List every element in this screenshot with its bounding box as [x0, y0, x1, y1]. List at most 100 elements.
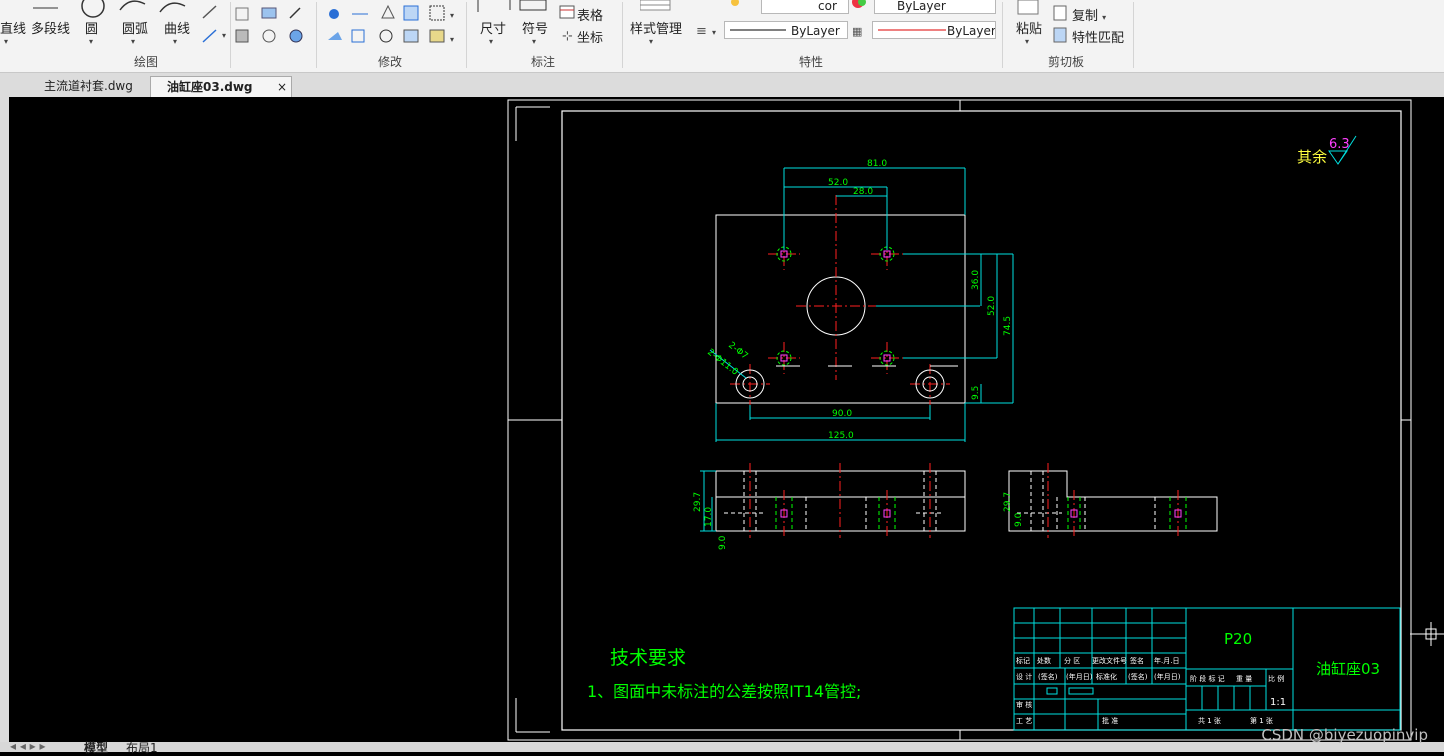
tb-sheet-number: 第 1 张: [1250, 716, 1273, 725]
svg-text:▾: ▾: [450, 35, 454, 44]
dim-9: 9.0: [718, 535, 728, 550]
drawing-canvas[interactable]: 其余 6.3 81.0 52.0 28.0 90.0 125.0 36.0 52…: [9, 97, 1444, 742]
dim-28: 28.0: [853, 187, 873, 197]
match-properties-button[interactable]: 特性匹配: [1072, 27, 1124, 46]
annotate-panel-title: 标注: [531, 55, 556, 69]
dim-29-7: 29.7: [693, 492, 703, 512]
tb-weight: 重 量: [1236, 675, 1252, 683]
material-label: P20: [1224, 630, 1252, 648]
tb-header-4: 签名: [1130, 656, 1144, 665]
svg-text:▾: ▾: [649, 37, 653, 46]
ribbon: 直线 多段线 圆 圆弧 曲线 ▾ ▾ ▾ ▾ ▾ 绘图 ▾ ▾ 修改 ⊹ ▾ ▾…: [0, 0, 1444, 73]
tb-scale-label: 比 例: [1268, 674, 1284, 683]
dim-9-side: 9.0: [1014, 512, 1024, 527]
tb-row2-5: (年月日): [1154, 672, 1181, 681]
modify-small-icons[interactable]: [234, 4, 314, 46]
dim-52: 52.0: [828, 178, 848, 188]
modify-panel-title: 修改: [378, 55, 403, 69]
tab-oil-cylinder-seat[interactable]: 油缸座03.dwg ×: [150, 76, 292, 98]
tb-row2-0: 设 计: [1016, 672, 1032, 681]
tb-approve: 批 准: [1102, 716, 1118, 725]
tb-header-5: 年.月.日: [1154, 656, 1179, 665]
nav-arrows-icon[interactable]: ◂ ◂ ▸ ▸: [10, 739, 46, 753]
properties-panel-title: 特性: [799, 55, 824, 69]
coordinate-button[interactable]: 坐标: [577, 27, 603, 46]
drawing-svg: 其余 6.3 81.0 52.0 28.0 90.0 125.0 36.0 52…: [507, 99, 1444, 741]
modify-tool-icons[interactable]: ▾ ▾: [324, 4, 464, 46]
dim-29-7-side: 29.7: [1003, 492, 1013, 512]
crosshair-cursor: [1410, 622, 1444, 646]
tab-label: 油缸座03.dwg: [167, 80, 253, 94]
top-view: [715, 195, 966, 405]
tb-audit: 审 核: [1016, 700, 1032, 709]
dim-17: 17.0: [704, 507, 714, 527]
copy-button[interactable]: 复制 ▾: [1072, 5, 1106, 24]
svg-text:▾: ▾: [532, 37, 536, 46]
copy-label: 复制: [1072, 9, 1099, 24]
paste-button[interactable]: 粘贴: [1016, 18, 1042, 37]
tb-header-2: 分 区: [1064, 656, 1080, 665]
svg-text:▾: ▾: [450, 11, 454, 20]
svg-text:▾: ▾: [712, 28, 716, 37]
roughness-label: 其余: [1297, 148, 1327, 166]
svg-text:⊹: ⊹: [562, 29, 573, 44]
dim-36: 36.0: [971, 270, 981, 290]
svg-text:▾: ▾: [4, 37, 8, 46]
sheet-inner-border: [561, 110, 1402, 731]
svg-text:▾: ▾: [222, 31, 226, 40]
tb-row2-2: (年月日): [1066, 672, 1093, 681]
tb-header-1: 处数: [1037, 656, 1051, 665]
svg-text:≡: ≡: [696, 24, 707, 39]
tb-scale-value: 1:1: [1270, 697, 1286, 708]
document-tab-bar: 主流道衬套.dwg 油缸座03.dwg ×: [0, 73, 1444, 98]
svg-text:▾: ▾: [131, 37, 135, 46]
dim-90: 90.0: [832, 409, 852, 419]
tb-header-3: 更改文件号: [1092, 656, 1127, 665]
svg-text:▾: ▾: [89, 37, 93, 46]
layer-dropdown[interactable]: cor: [761, 0, 849, 14]
tab-main-sprue-bushing[interactable]: 主流道衬套.dwg: [28, 76, 162, 97]
sheet-outer-border: [507, 99, 1412, 741]
dim-125: 125.0: [828, 431, 854, 441]
tb-header-0: 标记: [1016, 656, 1030, 665]
close-icon[interactable]: ×: [277, 77, 287, 98]
tech-requirements-line: 1、图面中未标注的公差按照IT14管控;: [587, 682, 861, 701]
panel-separator: [1002, 2, 1003, 68]
tb-row2-4: (签名): [1128, 672, 1148, 681]
panel-separator: [622, 2, 623, 68]
panel-separator: [230, 2, 231, 68]
panel-separator: [466, 2, 467, 68]
tech-requirements-title: 技术要求: [610, 647, 686, 669]
dim-52-vertical: 52.0: [987, 296, 997, 316]
svg-text:▾: ▾: [173, 37, 177, 46]
layout-tab-bar: ◂ ◂ ▸ ▸ 模型 布局1: [0, 739, 1444, 755]
color-dropdown[interactable]: ByLayer: [874, 0, 996, 14]
front-view: 29.7 17.0 9.0: [693, 463, 966, 550]
draw-tool-icons: ▾ ▾ ▾ ▾ ▾: [4, 0, 226, 46]
panel-separator: [316, 2, 317, 68]
draw-panel-title: 绘图: [134, 55, 159, 69]
tb-stage: 阶 段 标 记: [1190, 674, 1225, 683]
chevron-down-icon: ▾: [1102, 13, 1107, 22]
tb-row2-1: (签名): [1038, 672, 1058, 681]
panel-separator: [1133, 2, 1134, 68]
dimension-lines: [709, 167, 1014, 442]
symbol-button[interactable]: 符号: [522, 18, 548, 37]
dim-74-5: 74.5: [1003, 316, 1013, 336]
svg-text:▾: ▾: [1025, 37, 1029, 46]
style-manager-button[interactable]: 样式管理: [630, 18, 682, 37]
clipboard-panel-title: 剪切板: [1048, 55, 1085, 69]
tb-process: 工 艺: [1016, 717, 1032, 725]
watermark: CSDN @biyezuopinvip: [1261, 726, 1428, 744]
dim-81: 81.0: [867, 159, 887, 169]
left-palette-strip[interactable]: [0, 97, 9, 742]
tab-model[interactable]: 模型: [84, 739, 108, 756]
table-button[interactable]: 表格: [577, 5, 603, 24]
tab-layout1[interactable]: 布局1: [126, 739, 158, 756]
part-name-label: 油缸座03: [1316, 660, 1380, 678]
dimension-button[interactable]: 尺寸: [480, 18, 506, 37]
dim-9-5: 9.5: [971, 386, 981, 400]
hole-callout-2: 2-Φ7: [726, 340, 749, 361]
tb-row2-3: 标准化: [1096, 672, 1117, 681]
side-view: 29.7 9.0: [1003, 463, 1218, 538]
